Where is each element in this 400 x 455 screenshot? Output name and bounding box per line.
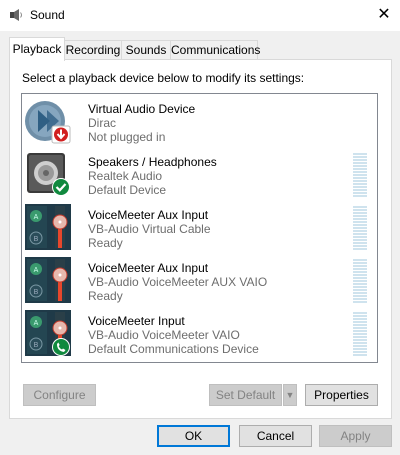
voicemeeter-icon: A B [25, 310, 71, 356]
instruction-text: Select a playback device below to modify… [22, 71, 305, 85]
device-name: VoiceMeeter Input [88, 314, 185, 328]
close-button[interactable]: ✕ [372, 4, 396, 26]
set-default-dropdown-button[interactable]: ▼ [283, 384, 297, 406]
device-item[interactable]: Virtual Audio Device Dirac Not plugged i… [22, 94, 377, 147]
tab-sounds[interactable]: Sounds [121, 40, 171, 60]
device-driver: Realtek Audio [88, 169, 163, 183]
svg-text:B: B [34, 236, 39, 243]
red-down-arrow-badge [51, 125, 71, 144]
svg-text:B: B [34, 289, 39, 296]
green-phone-badge [52, 338, 70, 356]
cancel-button[interactable]: Cancel [239, 425, 312, 447]
device-driver: VB-Audio VoiceMeeter VAIO [88, 328, 240, 342]
voicemeeter-icon: A B [25, 257, 71, 303]
volume-meter [353, 259, 367, 303]
device-name: Speakers / Headphones [88, 155, 217, 169]
volume-meter [353, 312, 367, 356]
volume-meter [353, 153, 367, 197]
volume-meter [353, 206, 367, 250]
ok-button[interactable]: OK [157, 425, 230, 447]
tab-recording[interactable]: Recording [64, 40, 122, 60]
properties-button[interactable]: Properties [305, 384, 378, 406]
set-default-button[interactable]: Set Default [209, 384, 282, 406]
set-default-button-label: Set Default [215, 388, 276, 402]
configure-button[interactable]: Configure [23, 384, 96, 406]
device-item[interactable]: A B VoiceMeeter Input VB-Audio VoiceMeet… [22, 306, 377, 359]
device-name: VoiceMeeter Aux Input [88, 261, 209, 275]
device-driver: VB-Audio Virtual Cable [88, 222, 211, 236]
apply-button-label: Apply [340, 429, 371, 443]
chevron-down-icon: ▼ [285, 390, 295, 400]
device-item[interactable]: A B VoiceMeeter Aux Input VB-Audio Voice… [22, 253, 377, 306]
virtual-audio-device-icon [25, 101, 71, 144]
green-check-badge [52, 178, 70, 196]
device-status: Not plugged in [88, 130, 166, 144]
svg-text:A: A [34, 214, 39, 221]
device-item[interactable]: Speakers / Headphones Realtek Audio Defa… [22, 147, 377, 200]
speaker-app-icon [10, 9, 22, 21]
configure-button-label: Configure [33, 388, 86, 402]
device-item[interactable]: A B VoiceMeeter Aux Input VB-Audio Virtu… [22, 200, 377, 253]
speaker-icon [27, 153, 70, 196]
device-status: Ready [88, 289, 123, 303]
device-driver: Dirac [88, 116, 117, 130]
svg-text:A: A [34, 320, 39, 327]
device-status: Default Device [88, 183, 167, 197]
device-status: Ready [88, 236, 123, 250]
device-status: Default Communications Device [88, 342, 259, 356]
tab-communications[interactable]: Communications [170, 40, 260, 60]
apply-button[interactable]: Apply [319, 425, 392, 447]
tab-playback[interactable]: Playback [9, 37, 65, 61]
device-name: Virtual Audio Device [88, 102, 196, 116]
device-list[interactable]: Virtual Audio Device Dirac Not plugged i… [21, 93, 378, 363]
svg-text:A: A [34, 267, 39, 274]
device-driver: VB-Audio VoiceMeeter AUX VAIO [88, 275, 268, 289]
properties-button-label: Properties [314, 388, 369, 402]
voicemeeter-icon: A B [25, 204, 71, 250]
window-title: Sound [30, 8, 65, 22]
ok-button-label: OK [184, 429, 203, 443]
svg-text:B: B [34, 342, 39, 349]
device-name: VoiceMeeter Aux Input [88, 208, 209, 222]
cancel-button-label: Cancel [256, 429, 295, 443]
